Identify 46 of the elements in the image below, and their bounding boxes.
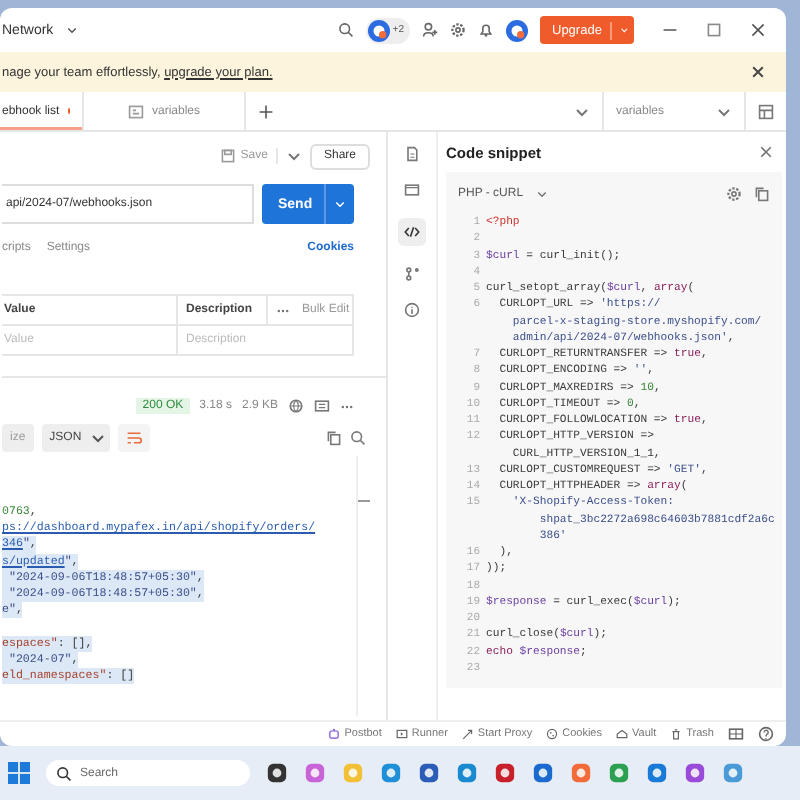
save-icon — [220, 148, 237, 164]
add-user-icon[interactable] — [422, 22, 438, 38]
help-icon[interactable] — [758, 726, 774, 742]
close-icon[interactable] — [750, 64, 766, 80]
caret-icon[interactable] — [574, 103, 590, 119]
environment-quick-look-icon[interactable] — [758, 103, 774, 119]
caret-icon[interactable] — [65, 24, 78, 36]
wrap-icon — [125, 430, 142, 446]
settings-icon[interactable] — [450, 22, 466, 38]
search-icon — [56, 765, 72, 781]
wrap-lines-button[interactable] — [117, 424, 150, 452]
layout-icon[interactable] — [728, 726, 744, 742]
document-icon[interactable] — [404, 146, 420, 162]
caret-icon — [334, 198, 346, 210]
environment-icon — [128, 103, 144, 119]
caret-icon[interactable] — [535, 188, 548, 200]
windows-logo-icon[interactable] — [8, 762, 30, 784]
arrow-icon — [461, 728, 474, 740]
caret-icon[interactable] — [285, 148, 302, 164]
close-icon[interactable] — [750, 22, 766, 38]
add-tab-icon[interactable] — [258, 103, 274, 119]
more-icon[interactable] — [340, 403, 354, 409]
search-icon[interactable] — [338, 22, 355, 38]
comment-icon[interactable] — [404, 182, 420, 198]
trash-icon — [670, 728, 683, 740]
more-icon[interactable] — [276, 307, 290, 313]
search-icon[interactable] — [350, 430, 366, 446]
robot-icon — [328, 728, 341, 740]
close-icon[interactable] — [758, 144, 774, 160]
avatar-icon[interactable] — [506, 19, 528, 41]
cookie-icon — [546, 728, 559, 740]
caret-icon — [716, 103, 732, 119]
play-icon — [395, 728, 408, 740]
maximize-icon[interactable] — [706, 22, 722, 38]
bell-icon[interactable] — [478, 22, 494, 38]
copy-icon[interactable] — [754, 186, 770, 202]
caret-icon — [619, 24, 628, 36]
settings-icon[interactable] — [726, 186, 742, 202]
scrollbar[interactable] — [358, 500, 370, 502]
caret-icon — [89, 430, 106, 446]
save-response-icon[interactable] — [314, 398, 330, 414]
branch-icon[interactable] — [404, 266, 420, 282]
copy-icon[interactable] — [326, 430, 342, 446]
info-icon[interactable] — [404, 302, 420, 318]
avatar-icon[interactable] — [368, 19, 391, 41]
house-icon — [616, 728, 628, 740]
